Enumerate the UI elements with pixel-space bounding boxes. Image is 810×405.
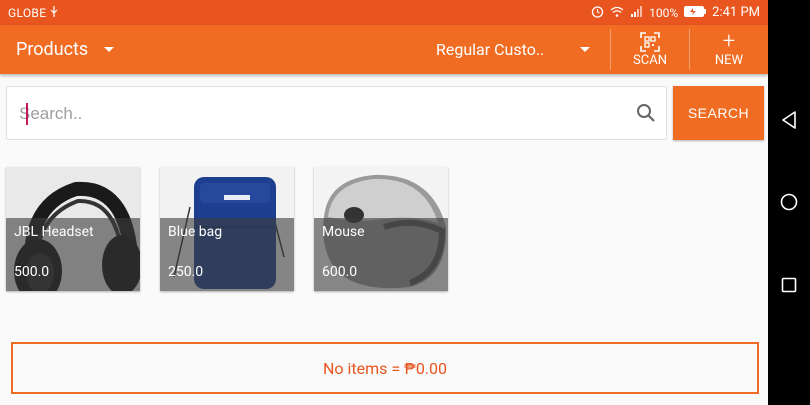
product-name: JBL Headset [14, 224, 94, 240]
carrier-name: GLOBE [8, 5, 47, 20]
battery-icon [684, 5, 707, 20]
products-dropdown[interactable]: Products [16, 25, 115, 74]
qr-scan-icon [640, 31, 660, 53]
cart-total-button[interactable]: No items = ₱0.00 [11, 342, 759, 394]
customer-label: Regular Custo.. [436, 40, 545, 59]
home-icon[interactable] [779, 192, 799, 212]
signal-icon [630, 5, 643, 20]
app-screen: GLOBE 100% 2:41 PM Products Regular Cust… [0, 0, 768, 405]
status-bar: GLOBE 100% 2:41 PM [0, 0, 768, 25]
product-name: Mouse [322, 224, 365, 240]
text-cursor [26, 103, 28, 125]
product-price: 250.0 [168, 264, 204, 280]
product-card[interactable]: Mouse 600.0 [314, 167, 448, 291]
cart-total-text: No items = ₱0.00 [322, 358, 448, 378]
product-card[interactable]: Blue bag 250.0 [160, 167, 294, 291]
plus-icon: + [722, 29, 736, 54]
status-right: 100% 2:41 PM [591, 5, 760, 21]
carrier-area: GLOBE [8, 5, 58, 20]
search-icon[interactable] [635, 102, 657, 128]
clock: 2:41 PM [712, 5, 760, 20]
customer-dropdown[interactable]: Regular Custo.. [436, 25, 596, 74]
toolbar-title: Products [16, 39, 89, 60]
scan-button[interactable]: SCAN [611, 25, 689, 74]
search-box [6, 86, 667, 140]
usb-icon [50, 5, 58, 20]
wifi-icon [610, 6, 624, 20]
battery-percent: 100% [649, 5, 679, 20]
search-button[interactable]: SEARCH [673, 86, 764, 140]
alarm-icon [591, 5, 604, 21]
system-nav-bar [768, 0, 810, 405]
recents-icon[interactable] [779, 275, 799, 295]
app-toolbar: Products Regular Custo.. SCAN + NEW [0, 25, 768, 74]
product-name: Blue bag [168, 224, 223, 240]
product-price: 500.0 [14, 264, 50, 280]
chevron-down-icon [580, 47, 590, 52]
product-price: 600.0 [322, 264, 358, 280]
scan-label: SCAN [633, 53, 667, 68]
new-label: NEW [714, 53, 744, 68]
chevron-down-icon [104, 47, 115, 52]
search-input[interactable] [19, 97, 619, 131]
back-icon[interactable] [779, 110, 799, 130]
product-card[interactable]: JBL Headset 500.0 [6, 167, 140, 291]
new-button[interactable]: + NEW [690, 25, 768, 74]
